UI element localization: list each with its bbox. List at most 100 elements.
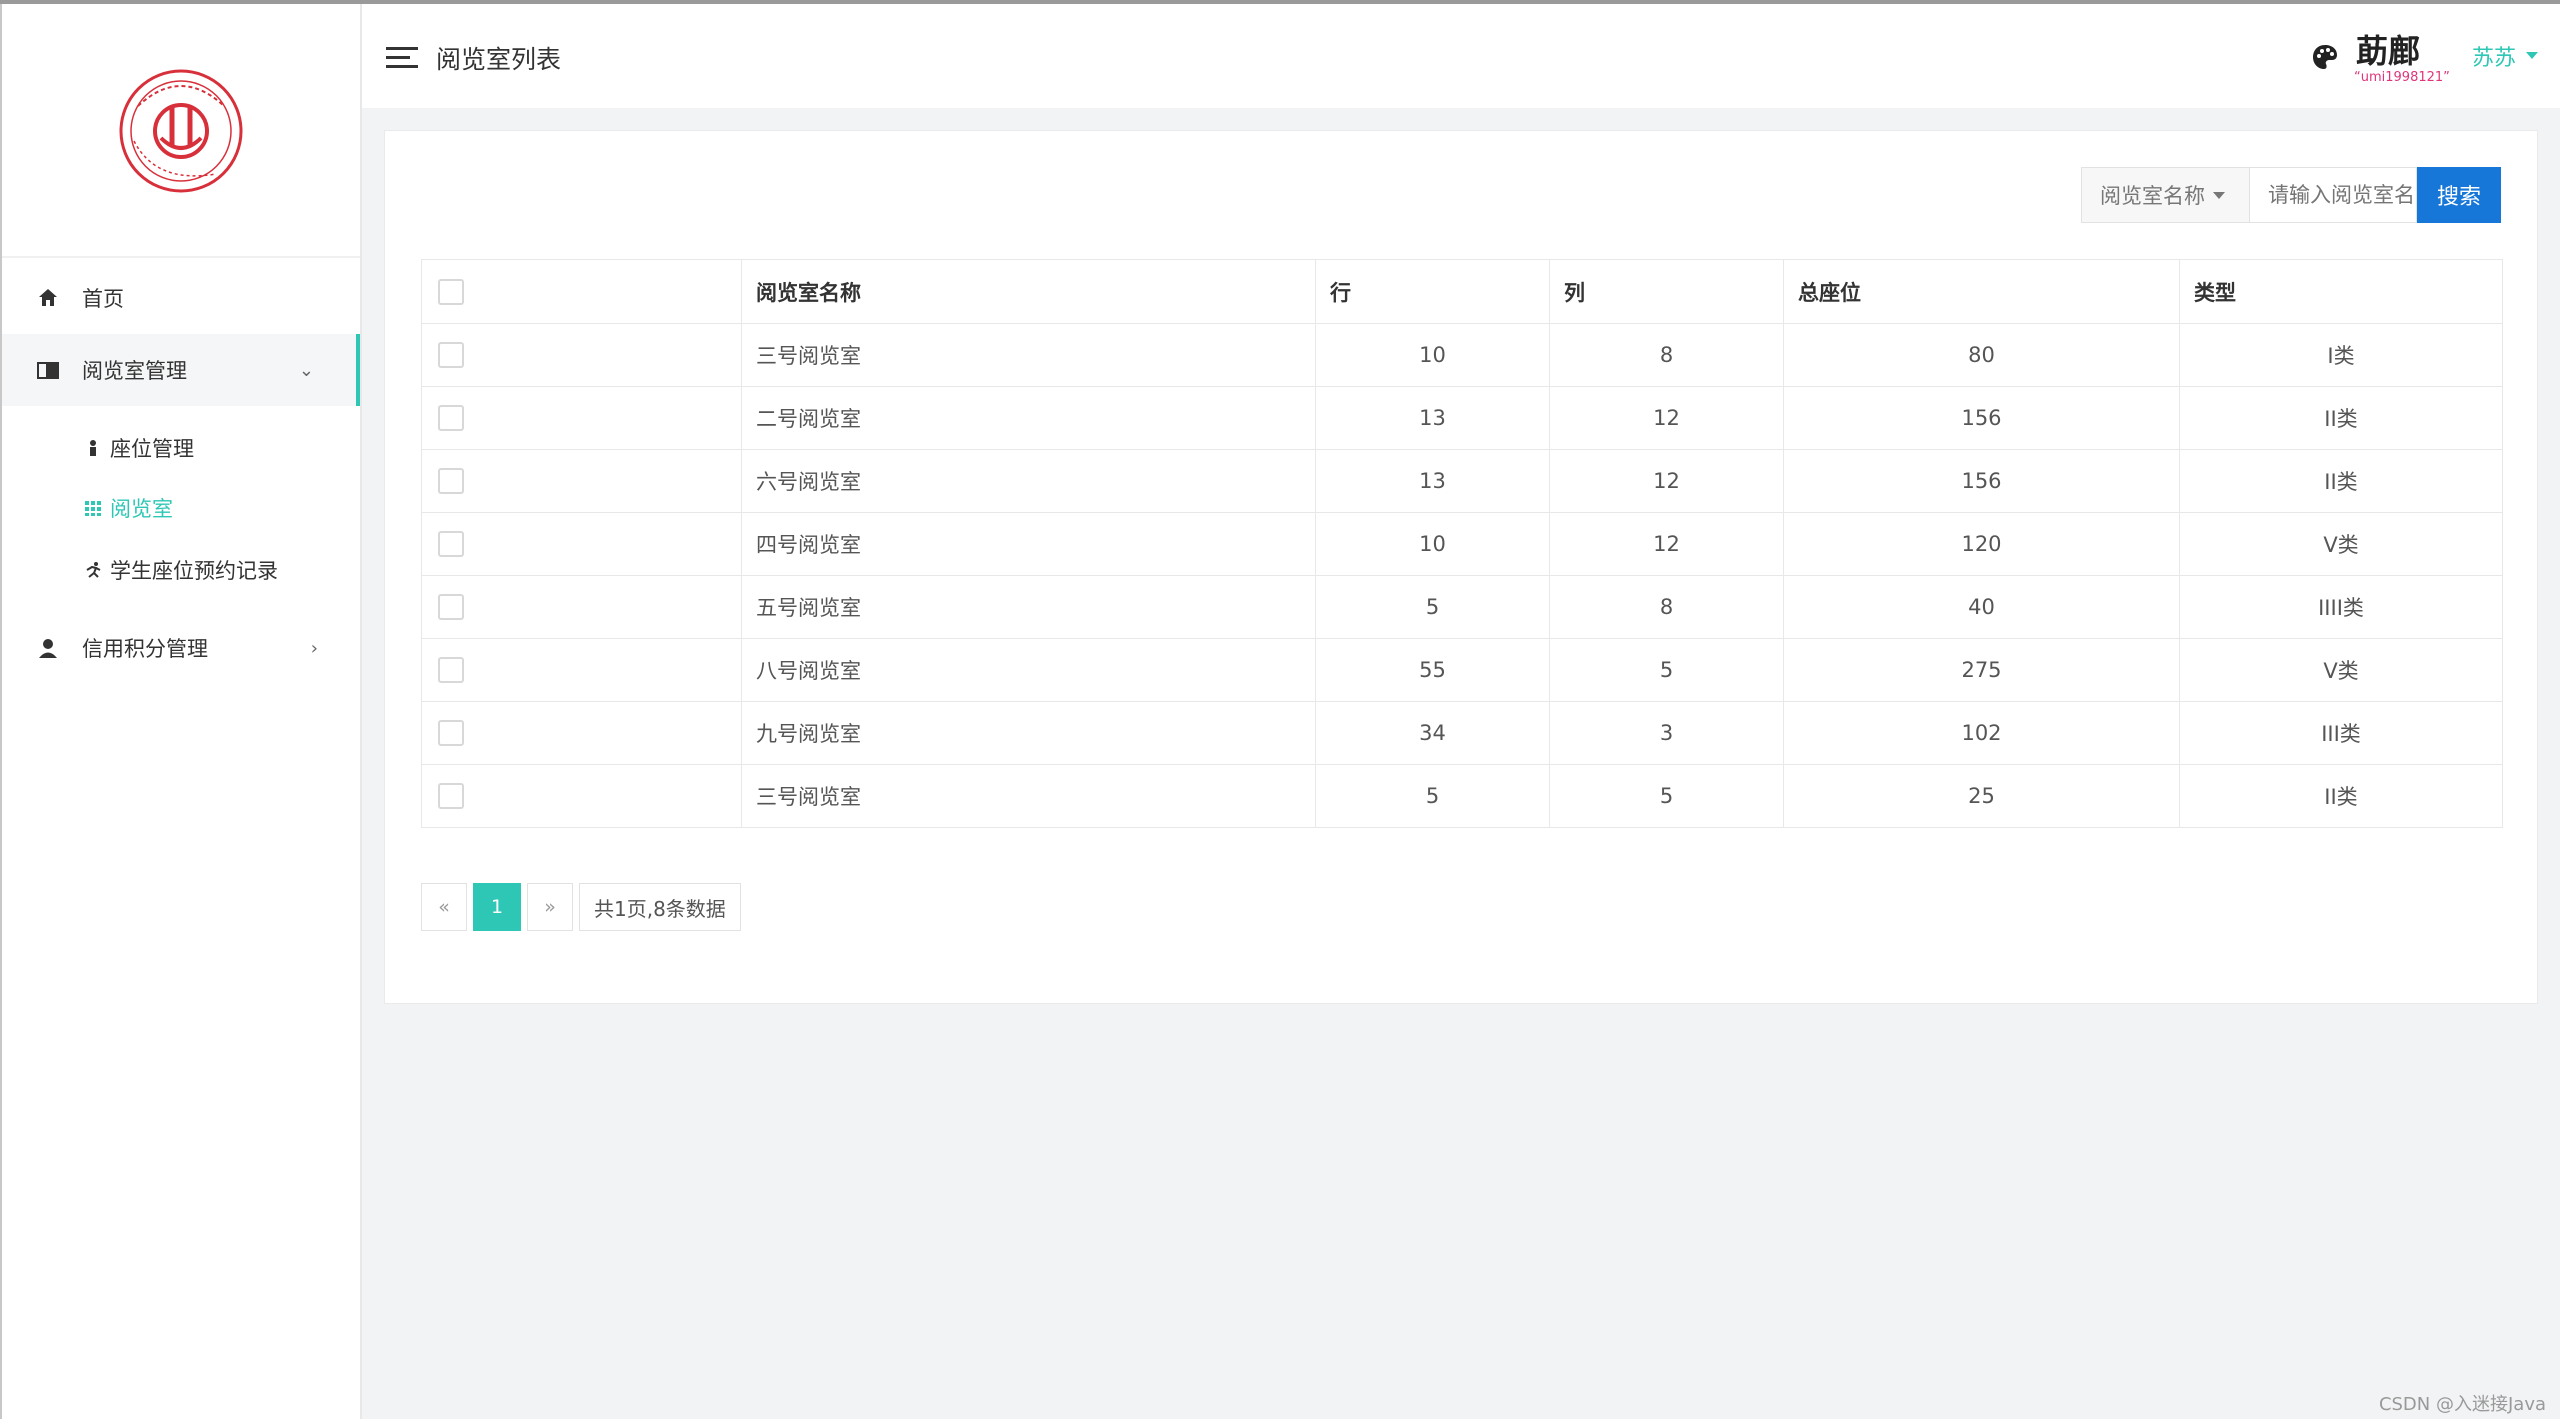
- cell-rows: 13: [1315, 449, 1550, 513]
- sidebar-subitem-label: 阅览室: [110, 497, 173, 521]
- sidebar-item-label: 信用积分管理: [82, 637, 208, 661]
- cell-total-seats: 25: [1783, 764, 2180, 828]
- sidebar-item-home[interactable]: 首页: [2, 262, 360, 334]
- cell-total-seats: 102: [1783, 701, 2180, 765]
- content-card: 阅览室名称 搜索 阅览室名称 行 列 总座位 类型 三号阅览室 10 8 80: [384, 130, 2538, 1004]
- column-header-cols: 列: [1549, 259, 1784, 324]
- school-logo: [119, 69, 243, 193]
- cell-cols: 12: [1549, 386, 1784, 450]
- row-select-cell: [421, 449, 742, 513]
- cell-total-seats: 156: [1783, 449, 2180, 513]
- book-icon: [37, 362, 59, 379]
- cell-total-seats: 120: [1783, 512, 2180, 576]
- column-header-name: 阅览室名称: [741, 259, 1316, 324]
- row-select-cell: [421, 512, 742, 576]
- cell-rows: 5: [1315, 764, 1550, 828]
- pagination-prev-button[interactable]: «: [421, 883, 467, 931]
- table-row[interactable]: 四号阅览室 10 12 120 V类: [421, 512, 2503, 576]
- cell-name: 三号阅览室: [741, 764, 1316, 828]
- row-checkbox[interactable]: [438, 342, 464, 368]
- table-row[interactable]: 八号阅览室 55 5 275 V类: [421, 638, 2503, 702]
- row-checkbox[interactable]: [438, 468, 464, 494]
- table-row[interactable]: 五号阅览室 5 8 40 IIII类: [421, 575, 2503, 639]
- cell-name: 五号阅览室: [741, 575, 1316, 639]
- reading-room-table: 阅览室名称 行 列 总座位 类型 三号阅览室 10 8 80 I类 二号阅览室 …: [421, 259, 2503, 828]
- cell-cols: 8: [1549, 575, 1784, 639]
- sidebar-subitem-reading-room[interactable]: 阅览室: [2, 478, 360, 538]
- row-select-cell: [421, 323, 742, 387]
- cell-name: 六号阅览室: [741, 449, 1316, 513]
- sidebar-item-credit-management[interactable]: 信用积分管理 ›: [2, 612, 360, 684]
- avatar-text: 莇鄜: [2356, 32, 2421, 70]
- row-checkbox[interactable]: [438, 783, 464, 809]
- cell-type: II类: [2179, 764, 2503, 828]
- sidebar-subitem-seat-management[interactable]: 座位管理: [2, 418, 360, 478]
- cell-cols: 3: [1549, 701, 1784, 765]
- cell-cols: 5: [1549, 638, 1784, 702]
- row-checkbox[interactable]: [438, 531, 464, 557]
- sidebar-item-reading-room-management[interactable]: 阅览室管理 ⌄: [2, 334, 360, 406]
- cell-cols: 12: [1549, 512, 1784, 576]
- cell-cols: 5: [1549, 764, 1784, 828]
- grid-icon: [85, 501, 101, 516]
- table-row[interactable]: 三号阅览室 5 5 25 II类: [421, 764, 2503, 828]
- caret-down-icon[interactable]: [2526, 52, 2538, 59]
- top-header: 阅览室列表 莇鄜 “umi1998121” 苏苏: [362, 4, 2560, 108]
- search-input[interactable]: [2249, 167, 2417, 223]
- running-icon: [86, 562, 101, 578]
- pagination-current-page[interactable]: 1: [473, 883, 521, 931]
- table-header-row: 阅览室名称 行 列 总座位 类型: [421, 259, 2503, 324]
- search-field-label: 阅览室名称: [2100, 184, 2205, 208]
- page-title: 阅览室列表: [436, 45, 562, 74]
- pagination-next-button[interactable]: »: [527, 883, 573, 931]
- cell-rows: 55: [1315, 638, 1550, 702]
- cell-type: V类: [2179, 512, 2503, 576]
- avatar-subtext: “umi1998121”: [2354, 70, 2450, 85]
- cell-type: II类: [2179, 386, 2503, 450]
- chevron-down-icon: ⌄: [298, 359, 314, 381]
- row-select-cell: [421, 701, 742, 765]
- row-checkbox[interactable]: [438, 720, 464, 746]
- cell-name: 二号阅览室: [741, 386, 1316, 450]
- cell-rows: 10: [1315, 323, 1550, 387]
- cell-name: 三号阅览室: [741, 323, 1316, 387]
- cell-rows: 10: [1315, 512, 1550, 576]
- cell-total-seats: 40: [1783, 575, 2180, 639]
- table-row[interactable]: 六号阅览室 13 12 156 II类: [421, 449, 2503, 513]
- sidebar-subitem-seat-reservation-records[interactable]: 学生座位预约记录: [2, 540, 360, 600]
- table-row[interactable]: 九号阅览室 34 3 102 III类: [421, 701, 2503, 765]
- cell-total-seats: 80: [1783, 323, 2180, 387]
- sidebar-subitem-label: 学生座位预约记录: [110, 559, 278, 583]
- cell-rows: 13: [1315, 386, 1550, 450]
- cell-type: V类: [2179, 638, 2503, 702]
- sidebar-subitem-label: 座位管理: [110, 437, 194, 461]
- cell-total-seats: 275: [1783, 638, 2180, 702]
- watermark: CSDN @入迷接Java: [2378, 1394, 2546, 1415]
- column-header-total-seats: 总座位: [1783, 259, 2180, 324]
- chevron-right-icon: ›: [310, 637, 318, 659]
- person-icon: [90, 440, 96, 456]
- row-select-cell: [421, 764, 742, 828]
- select-all-checkbox[interactable]: [438, 278, 464, 305]
- row-checkbox[interactable]: [438, 405, 464, 431]
- user-name-dropdown[interactable]: 苏苏: [2472, 40, 2516, 72]
- row-checkbox[interactable]: [438, 657, 464, 683]
- cell-type: II类: [2179, 449, 2503, 513]
- cell-cols: 8: [1549, 323, 1784, 387]
- table-row[interactable]: 三号阅览室 10 8 80 I类: [421, 323, 2503, 387]
- pagination: « 1 » 共1页,8条数据: [421, 883, 747, 931]
- row-select-cell: [421, 638, 742, 702]
- avatar[interactable]: 莇鄜 “umi1998121”: [2334, 24, 2450, 88]
- column-header-type: 类型: [2179, 259, 2503, 324]
- cell-type: I类: [2179, 323, 2503, 387]
- select-all-cell: [421, 259, 742, 324]
- table-row[interactable]: 二号阅览室 13 12 156 II类: [421, 386, 2503, 450]
- logo-area: [2, 4, 360, 258]
- search-field-select[interactable]: 阅览室名称: [2081, 167, 2249, 223]
- sidebar: 首页 阅览室管理 ⌄ 座位管理 阅览室 学生座位预约记录 信用积分管理 ›: [0, 4, 362, 1419]
- search-button[interactable]: 搜索: [2417, 167, 2501, 223]
- hamburger-menu-icon[interactable]: [386, 46, 418, 70]
- column-header-rows: 行: [1315, 259, 1550, 324]
- row-checkbox[interactable]: [438, 594, 464, 620]
- cell-name: 八号阅览室: [741, 638, 1316, 702]
